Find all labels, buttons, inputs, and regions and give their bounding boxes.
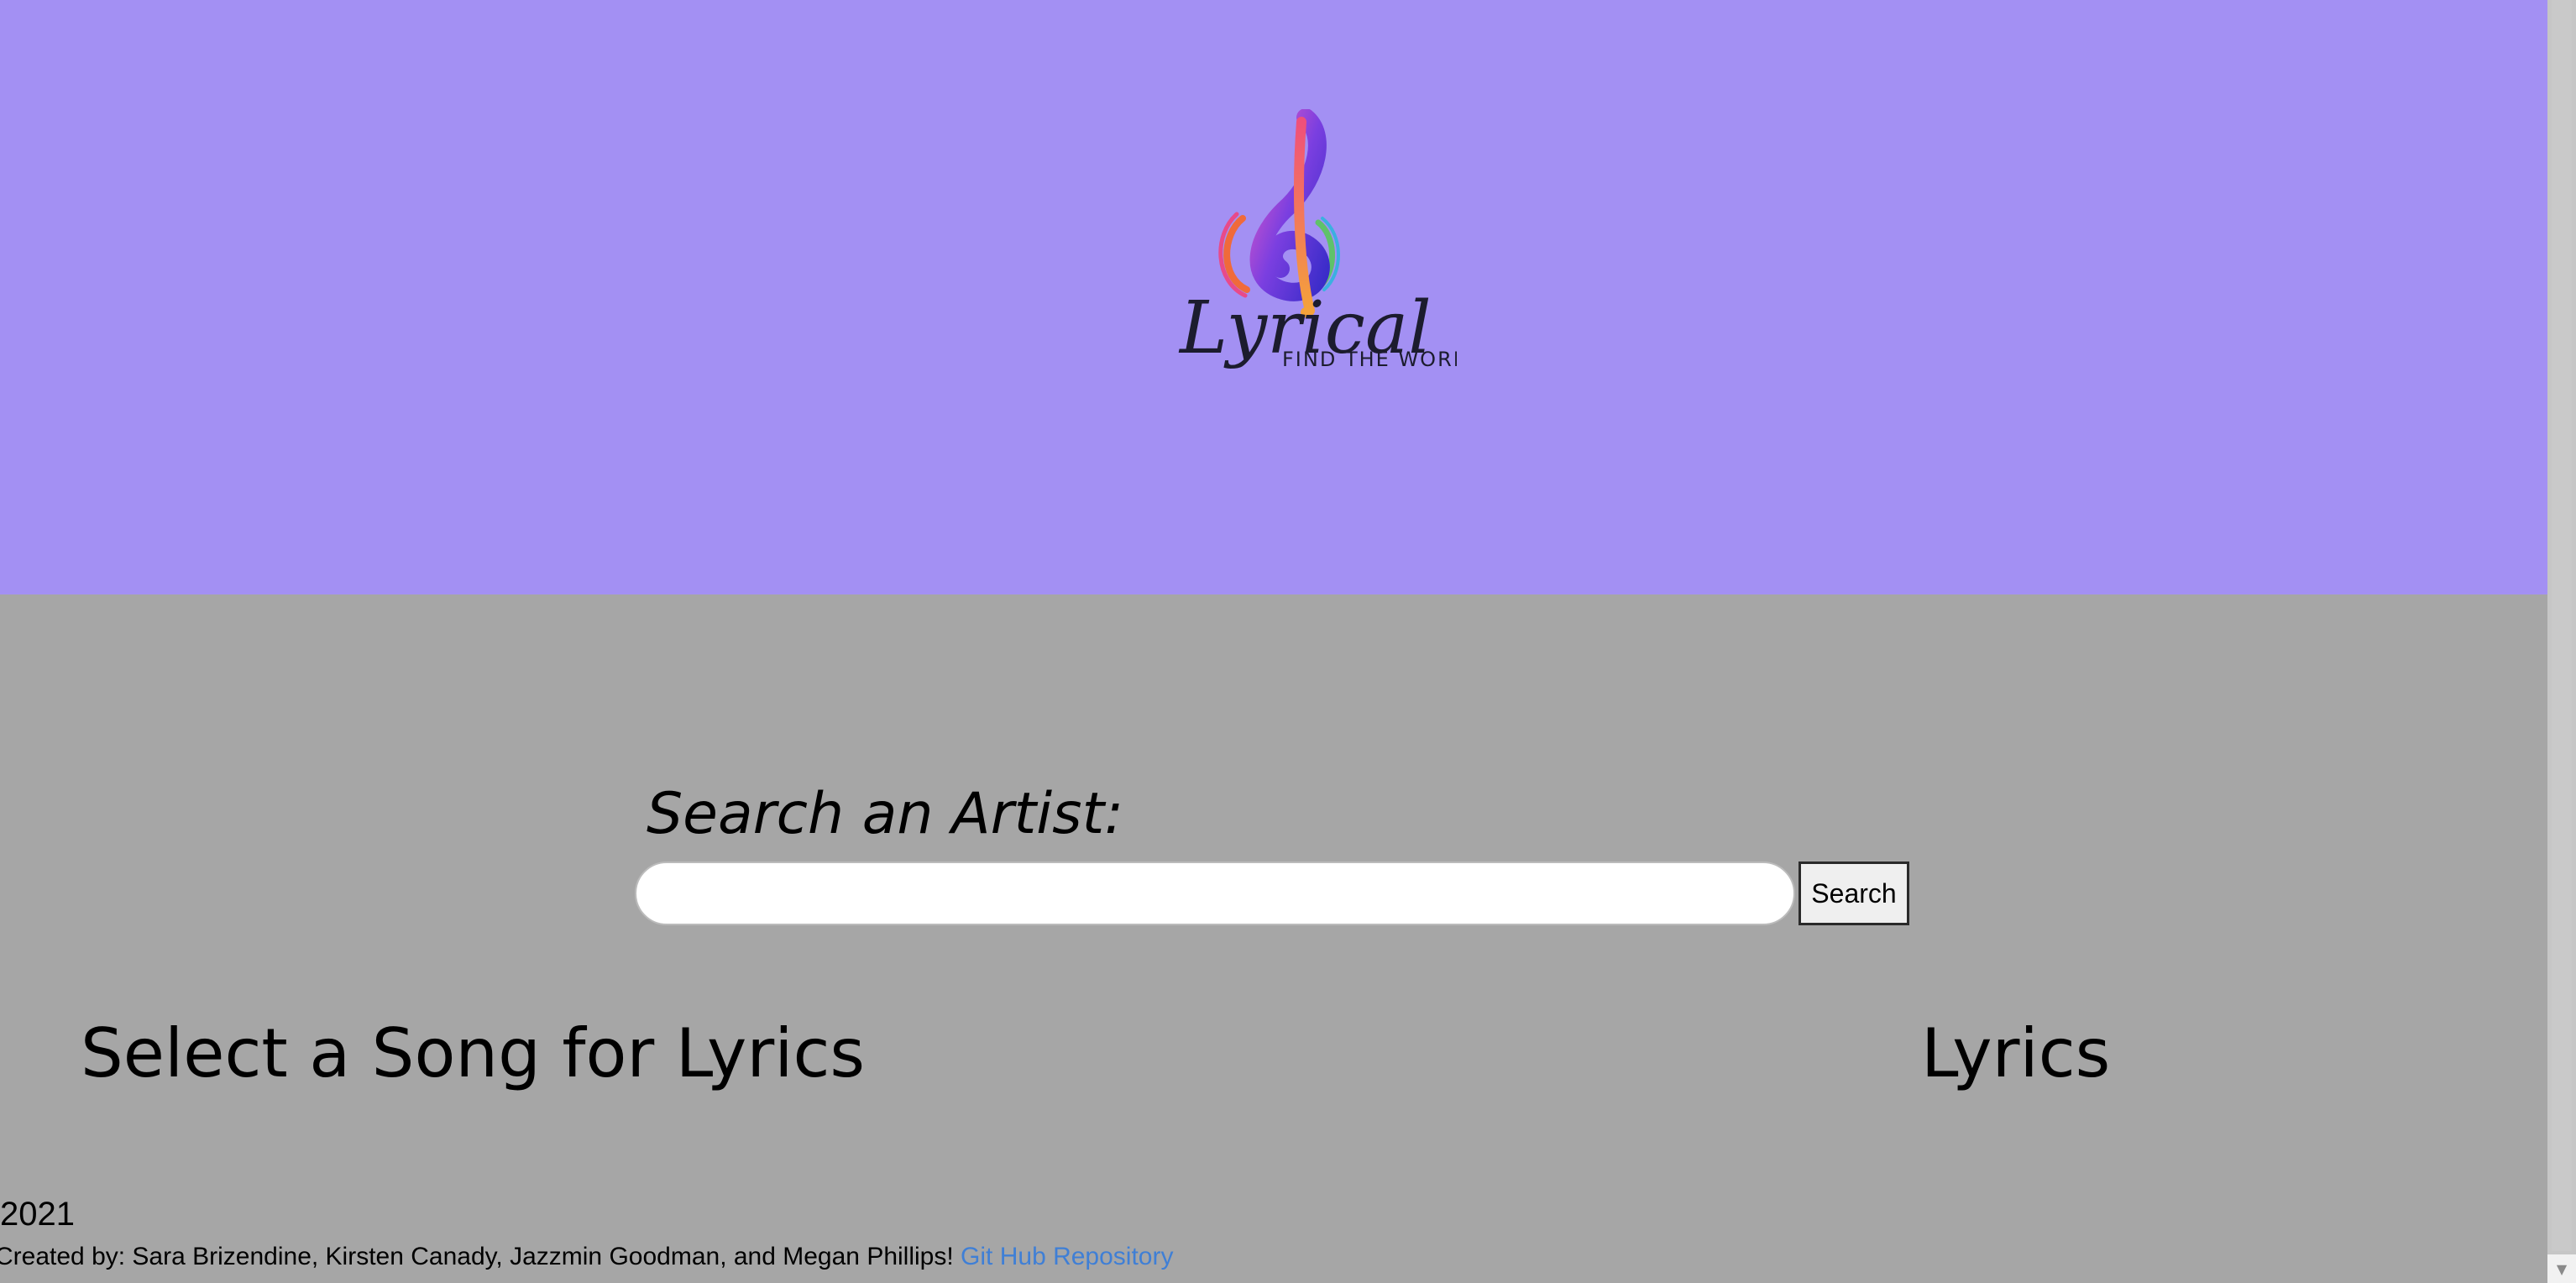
page: Lyrical FIND THE WORDS Search an Artist:… <box>0 0 2576 1283</box>
github-repo-link[interactable]: Git Hub Repository <box>961 1243 1173 1270</box>
scroll-down-arrow-icon[interactable]: ▼ <box>2547 1254 2576 1283</box>
footer-credits-text: Created by: Sara Brizendine, Kirsten Can… <box>0 1243 961 1270</box>
lyrical-logo[interactable]: Lyrical FIND THE WORDS <box>1171 109 1457 403</box>
artist-search-input[interactable] <box>635 861 1795 925</box>
header-banner: Lyrical FIND THE WORDS <box>0 0 2547 594</box>
search-button[interactable]: Search <box>1798 861 1909 925</box>
footer-year: 2021 <box>0 1196 75 1233</box>
footer-credits: Created by: Sara Brizendine, Kirsten Can… <box>0 1243 1173 1271</box>
song-list-heading: Select a Song for Lyrics <box>81 1014 866 1092</box>
search-label: Search an Artist: <box>647 781 1124 847</box>
vertical-scrollbar[interactable]: ▼ <box>2547 0 2576 1283</box>
viewport: Lyrical FIND THE WORDS Search an Artist:… <box>0 0 2547 1283</box>
scrollbar-thumb[interactable] <box>2552 0 2572 1251</box>
logo-tagline: FIND THE WORDS <box>1282 348 1457 371</box>
lyrics-heading: Lyrics <box>1921 1014 2111 1092</box>
